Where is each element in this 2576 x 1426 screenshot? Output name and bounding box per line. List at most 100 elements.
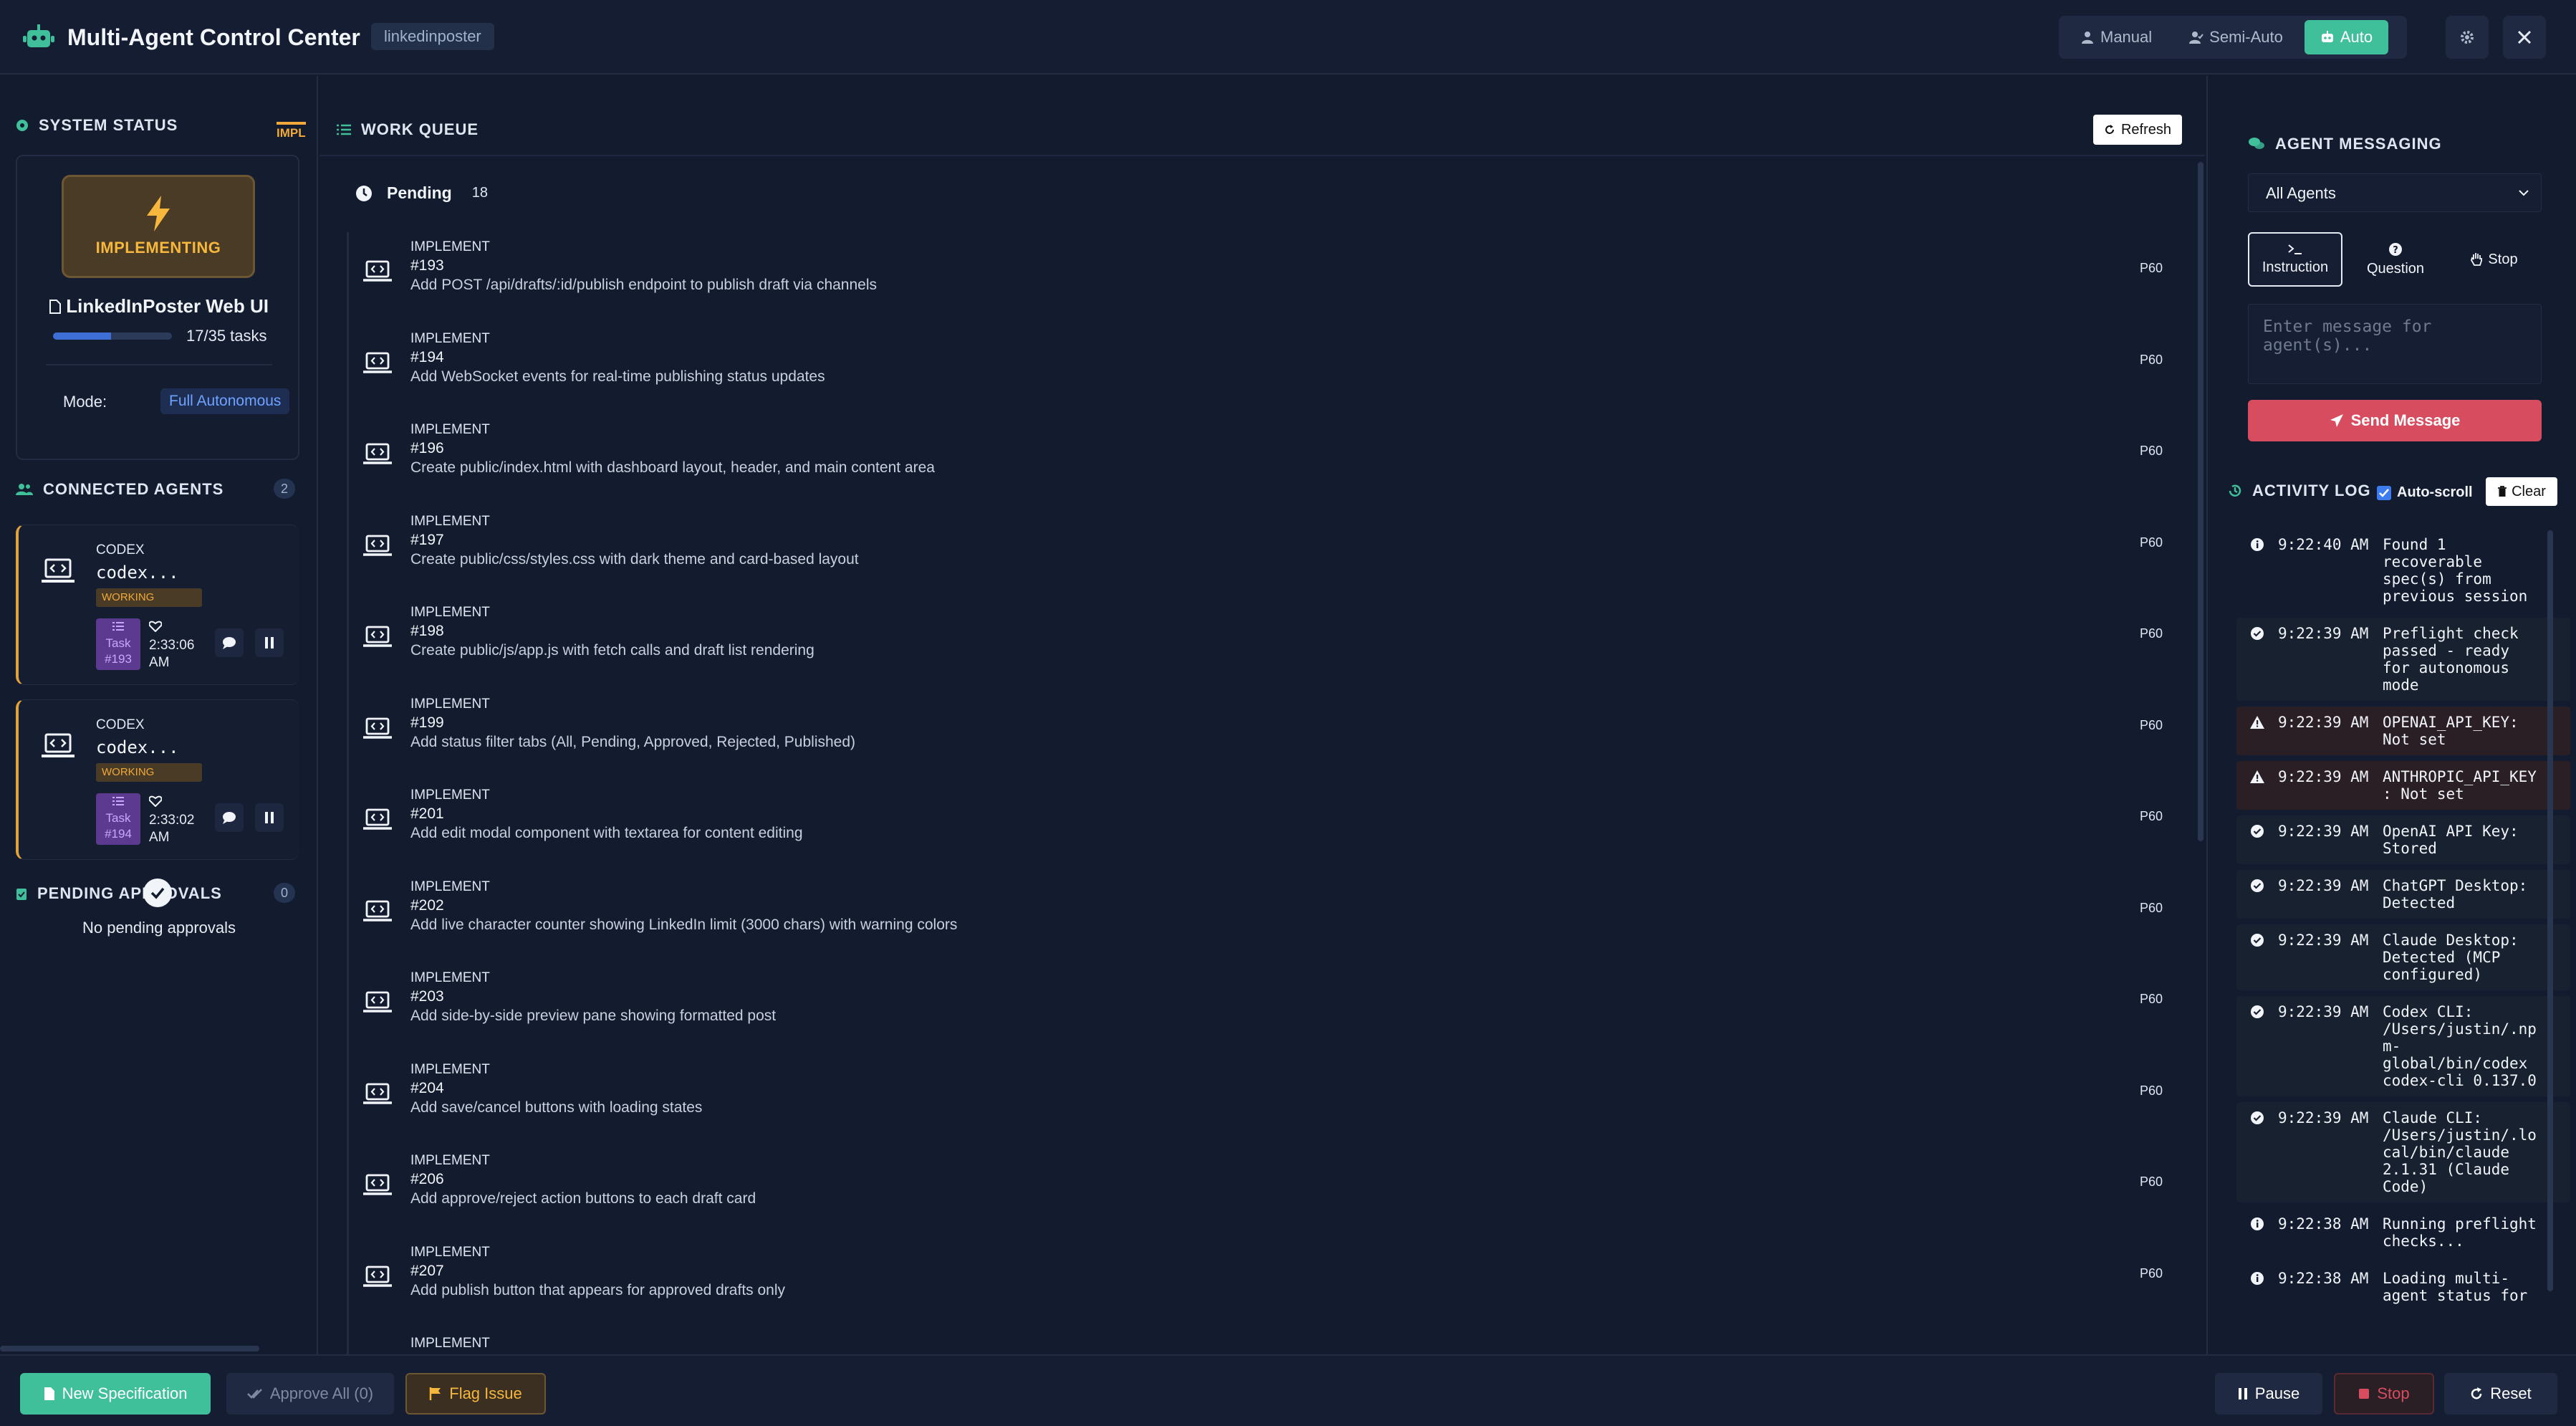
refresh-button[interactable]: Refresh: [2093, 115, 2182, 145]
queue-item-description: Create public/index.html with dashboard …: [410, 459, 935, 476]
queue-scrollbar[interactable]: [2198, 162, 2203, 841]
pending-count: 18: [471, 185, 488, 201]
queue-item[interactable]: IMPLEMENT: [347, 1329, 2182, 1354]
agents-count-badge: 2: [274, 479, 295, 499]
question-icon: ?: [2389, 242, 2402, 256]
pending-group-heading[interactable]: Pending 18: [355, 183, 488, 203]
log-entry-time: 9:22:40 AM: [2278, 536, 2369, 553]
message-type-instruction[interactable]: Instruction: [2248, 232, 2342, 287]
laptop-code-icon: [363, 808, 392, 830]
mode-auto-button[interactable]: Auto: [2304, 20, 2389, 54]
send-message-button[interactable]: Send Message: [2248, 400, 2542, 441]
agent-heartbeat: 2:33:02 AM: [148, 795, 206, 846]
log-entry-message: OPENAI_API_KEY: Not set: [2383, 714, 2519, 748]
queue-item-priority: P60: [2140, 1083, 2163, 1098]
pause-icon: [265, 637, 274, 649]
file-icon: [49, 300, 62, 314]
log-entry: 9:22:39 AM Codex CLI: /Users/justin/.np …: [2236, 996, 2570, 1096]
info-icon: [2251, 1272, 2264, 1285]
queue-item-description: Add save/cancel buttons with loading sta…: [410, 1099, 703, 1116]
laptop-code-icon: [42, 733, 75, 757]
log-entry-time: 9:22:39 AM: [2278, 714, 2369, 731]
work-queue-heading: WORK QUEUE: [337, 120, 479, 139]
comment-icon: [223, 637, 236, 649]
agent-message-button[interactable]: [215, 628, 244, 657]
queue-item[interactable]: IMPLEMENT #206 Add approve/reject action…: [347, 1146, 2182, 1238]
agent-task-badge[interactable]: Task #194: [96, 793, 140, 845]
horizontal-scrollbar[interactable]: [0, 1346, 259, 1351]
queue-item[interactable]: IMPLEMENT #207 Add publish button that a…: [347, 1237, 2182, 1329]
agent-message-button[interactable]: [215, 803, 244, 832]
activity-log-scrollbar[interactable]: [2547, 530, 2553, 1291]
queue-item[interactable]: IMPLEMENT #202 Add live character counte…: [347, 871, 2182, 963]
queue-item[interactable]: IMPLEMENT #198 Create public/js/app.js w…: [347, 598, 2182, 689]
queue-item[interactable]: IMPLEMENT #199 Add status filter tabs (A…: [347, 689, 2182, 780]
queue-item-description: Add POST /api/drafts/:id/publish endpoin…: [410, 277, 878, 293]
stop-button[interactable]: Stop: [2334, 1373, 2434, 1415]
reset-button[interactable]: Reset: [2444, 1373, 2557, 1415]
queue-item[interactable]: IMPLEMENT #204 Add save/cancel buttons w…: [347, 1054, 2182, 1146]
queue-item[interactable]: IMPLEMENT #194 Add WebSocket events for …: [347, 323, 2182, 415]
left-sidebar: SYSTEM STATUS IMPL IMPLEMENTING LinkedIn…: [0, 76, 318, 1354]
log-entry: 9:22:39 AM Claude CLI: /Users/justin/.lo…: [2236, 1102, 2570, 1202]
log-entry-time: 9:22:39 AM: [2278, 1109, 2369, 1126]
message-type-stop[interactable]: Stop: [2447, 232, 2542, 287]
info-icon: [2251, 538, 2264, 551]
pause-button[interactable]: Pause: [2215, 1373, 2322, 1415]
queue-item-description: Add approve/reject action buttons to eac…: [410, 1190, 756, 1207]
queue-item[interactable]: IMPLEMENT #193 Add POST /api/drafts/:id/…: [347, 232, 2182, 324]
autoscroll-toggle[interactable]: Auto-scroll: [2377, 484, 2473, 501]
agent-target-select[interactable]: All Agents: [2248, 173, 2542, 212]
divider: [319, 155, 2205, 156]
clear-log-button[interactable]: Clear: [2486, 477, 2557, 506]
queue-item[interactable]: IMPLEMENT #203 Add side-by-side preview …: [347, 963, 2182, 1055]
phase-tab[interactable]: IMPL: [277, 122, 306, 140]
heartbeat-icon: [148, 795, 163, 808]
queue-item-priority: P60: [2140, 1174, 2163, 1189]
agent-pause-button[interactable]: [255, 628, 284, 657]
queue-item-description: Create public/css/styles.css with dark t…: [410, 550, 859, 568]
laptop-code-icon: [363, 626, 392, 647]
agent-card[interactable]: CODEX codex... WORKING Task #194 2:33:02…: [16, 699, 299, 860]
check-circle-icon: [2251, 627, 2264, 640]
agent-heartbeat-time: 2:33:02 AM: [149, 813, 195, 845]
flag-issue-button[interactable]: Flag Issue: [405, 1373, 546, 1415]
laptop-code-icon: [363, 1265, 392, 1287]
mode-semi-auto-button[interactable]: Semi-Auto: [2173, 20, 2299, 54]
svg-text:?: ?: [2393, 245, 2398, 256]
check-circle-icon: [2251, 934, 2264, 947]
warning-icon: [2250, 770, 2264, 783]
system-status-heading: SYSTEM STATUS: [16, 116, 178, 135]
queue-item-description: Add publish button that appears for appr…: [410, 1281, 786, 1298]
agent-pause-button[interactable]: [255, 803, 284, 832]
queue-list: IMPLEMENT #193 Add POST /api/drafts/:id/…: [347, 232, 2182, 1354]
lightning-icon: [147, 196, 170, 231]
agent-task-badge[interactable]: Task #193: [96, 618, 140, 670]
queue-item-priority: P60: [2140, 626, 2163, 641]
queue-item[interactable]: IMPLEMENT #196 Create public/index.html …: [347, 415, 2182, 507]
close-button[interactable]: [2503, 16, 2546, 59]
queue-item-id: #202: [410, 896, 444, 914]
mode-manual-button[interactable]: Manual: [2065, 20, 2168, 54]
task-progress-fill: [53, 332, 111, 340]
message-input[interactable]: Enter message for agent(s)...: [2248, 304, 2542, 384]
bottom-action-bar: New Specification Approve All (0) Flag I…: [0, 1354, 2576, 1426]
settings-button[interactable]: [2446, 16, 2489, 59]
queue-item-priority: P60: [2140, 717, 2163, 732]
approve-all-button[interactable]: Approve All (0): [226, 1373, 394, 1415]
log-entry-time: 9:22:38 AM: [2278, 1215, 2369, 1233]
queue-item[interactable]: IMPLEMENT #197 Create public/css/styles.…: [347, 506, 2182, 598]
queue-item-id: #207: [410, 1262, 444, 1279]
log-entry-time: 9:22:39 AM: [2278, 932, 2369, 949]
mode-manual-label: Manual: [2100, 28, 2153, 46]
agent-task-label: Task #193: [105, 636, 132, 666]
queue-item-type: IMPLEMENT: [410, 1061, 490, 1077]
queue-item-type: IMPLEMENT: [410, 696, 490, 712]
queue-item[interactable]: IMPLEMENT #201 Add edit modal component …: [347, 780, 2182, 872]
agent-card[interactable]: CODEX codex... WORKING Task #193 2:33:06…: [16, 525, 299, 685]
task-progress-text: 17/35 tasks: [186, 327, 267, 345]
approvals-count-badge: 0: [274, 883, 295, 903]
log-entry-time: 9:22:39 AM: [2278, 625, 2369, 642]
new-specification-button[interactable]: New Specification: [20, 1373, 211, 1415]
message-type-question[interactable]: ? Question: [2348, 232, 2443, 287]
